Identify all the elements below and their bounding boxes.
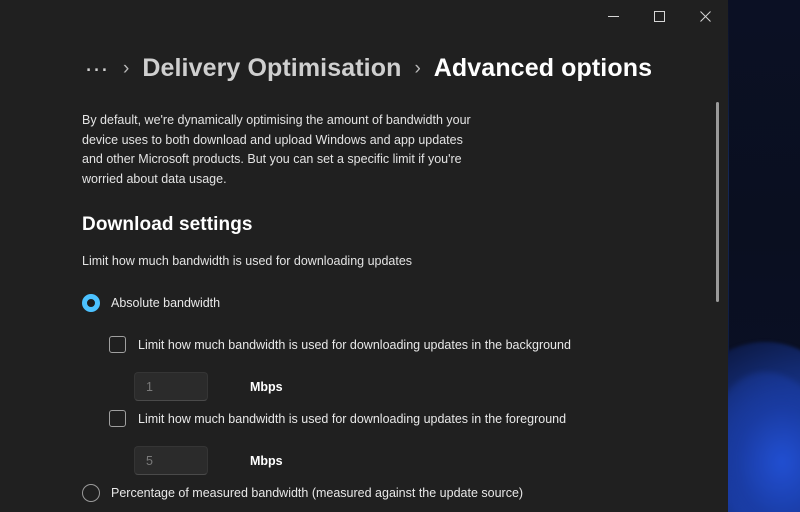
minimize-button[interactable]: [590, 0, 636, 32]
field-row-background-bandwidth: 1 Mbps: [134, 372, 283, 401]
field-row-foreground-bandwidth: 5 Mbps: [134, 446, 283, 475]
checkbox-unchecked-icon: [109, 336, 126, 353]
checkbox-row-foreground-limit[interactable]: Limit how much bandwidth is used for dow…: [109, 410, 566, 427]
breadcrumb: … › Delivery Optimisation › Advanced opt…: [84, 50, 652, 86]
radio-label-percentage-bandwidth: Percentage of measured bandwidth (measur…: [111, 486, 524, 500]
breadcrumb-separator-icon: ›: [414, 57, 421, 79]
page-description: By default, we're dynamically optimising…: [82, 113, 471, 186]
checkbox-row-background-limit[interactable]: Limit how much bandwidth is used for dow…: [109, 336, 571, 353]
radio-unselected-icon: [82, 484, 100, 502]
section-subtitle: Limit how much bandwidth is used for dow…: [82, 254, 413, 268]
breadcrumb-separator-icon: ›: [123, 57, 130, 79]
foreground-bandwidth-unit-label: Mbps: [250, 453, 283, 468]
radio-option-percentage-bandwidth[interactable]: Percentage of measured bandwidth (measur…: [82, 484, 523, 502]
radio-selected-icon: [82, 294, 100, 312]
settings-window: … › Delivery Optimisation › Advanced opt…: [0, 0, 728, 512]
breadcrumb-item-advanced-options: Advanced options: [433, 53, 653, 82]
foreground-bandwidth-input[interactable]: 5: [134, 446, 208, 475]
title-bar: [0, 0, 728, 32]
radio-label-absolute-bandwidth: Absolute bandwidth: [111, 296, 221, 310]
checkbox-label-background-limit: Limit how much bandwidth is used for dow…: [138, 337, 571, 352]
maximize-button[interactable]: [636, 0, 682, 32]
section-heading-download-settings: Download settings: [82, 214, 253, 235]
content-scrollbar[interactable]: [712, 98, 724, 498]
checkbox-unchecked-icon: [109, 410, 126, 427]
checkbox-label-foreground-limit: Limit how much bandwidth is used for dow…: [138, 411, 567, 426]
radio-option-absolute-bandwidth[interactable]: Absolute bandwidth: [82, 294, 220, 312]
settings-content: By default, we're dynamically optimising…: [0, 96, 728, 512]
breadcrumb-item-delivery-optimisation[interactable]: Delivery Optimisation: [142, 54, 401, 83]
scrollbar-thumb[interactable]: [716, 102, 719, 302]
close-button[interactable]: [682, 0, 728, 32]
background-bandwidth-unit-label: Mbps: [250, 379, 283, 394]
background-bandwidth-input[interactable]: 1: [134, 372, 208, 401]
breadcrumb-overflow-button[interactable]: …: [84, 50, 110, 86]
